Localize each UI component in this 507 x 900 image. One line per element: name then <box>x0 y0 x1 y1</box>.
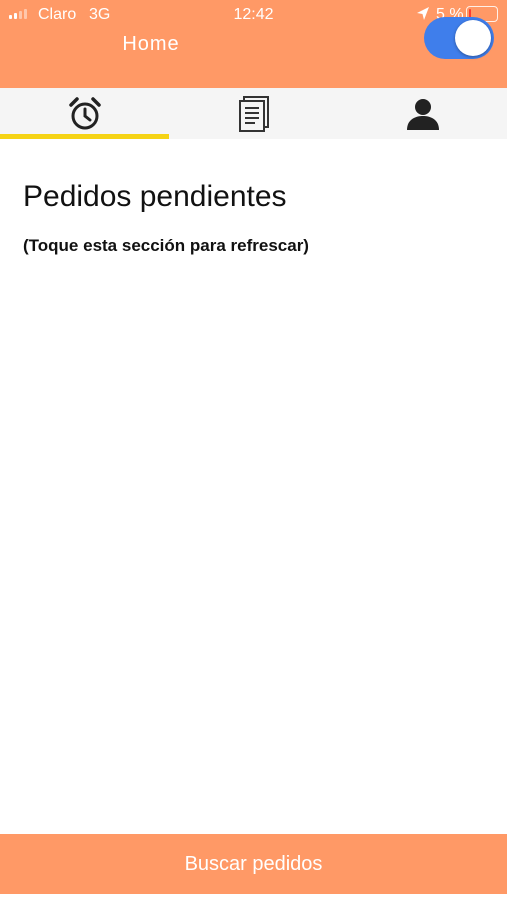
search-orders-button[interactable]: Buscar pedidos <box>0 834 507 894</box>
page-title: Home <box>122 33 180 55</box>
toggle-knob <box>455 20 491 56</box>
app-header: Claro 3G 12:42 5 % Home <box>0 0 507 88</box>
tab-orders-list[interactable] <box>169 88 338 139</box>
location-arrow-icon <box>417 7 429 20</box>
pending-orders-title[interactable]: Pedidos pendientes <box>23 180 287 214</box>
alarm-clock-icon <box>68 96 101 129</box>
tab-profile[interactable] <box>338 88 507 139</box>
tab-pending-orders[interactable] <box>0 88 169 139</box>
person-icon <box>406 98 439 130</box>
tab-bar <box>0 88 507 139</box>
tab-selected-indicator <box>0 134 169 139</box>
availability-toggle[interactable] <box>424 17 494 59</box>
document-list-icon <box>238 95 269 132</box>
refresh-hint[interactable]: (Toque esta sección para refrescar) <box>23 236 309 256</box>
